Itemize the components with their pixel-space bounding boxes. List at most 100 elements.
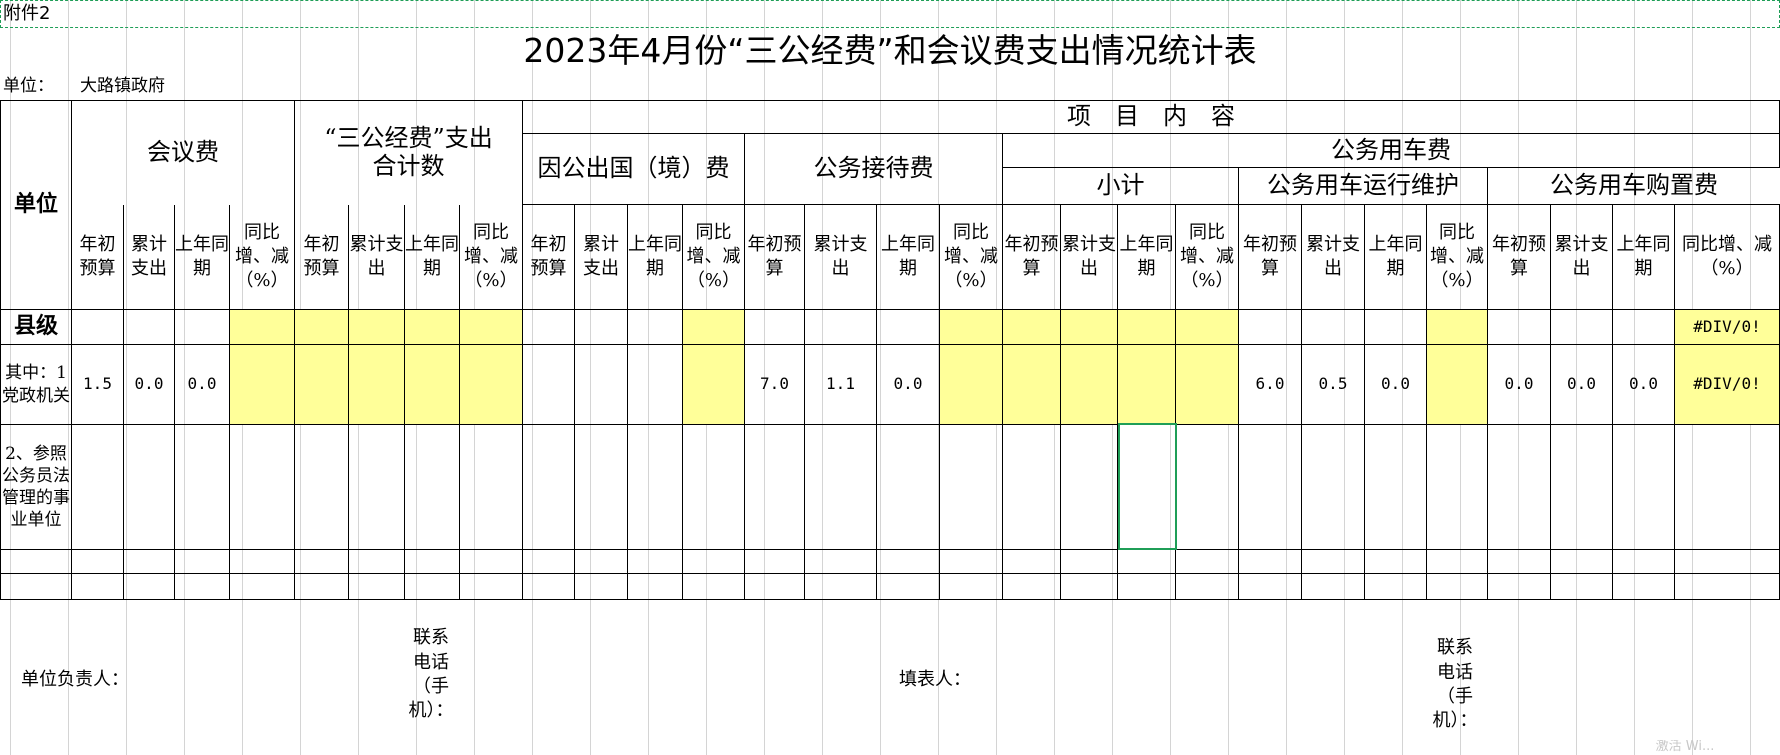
cell-blank1-c0[interactable] (72, 550, 124, 574)
cell-blank1-c11[interactable] (683, 550, 745, 574)
cell-county-c9[interactable] (575, 310, 628, 345)
subheader-col-prev[interactable]: 上年同期 (175, 205, 230, 310)
subheader-col-prev[interactable]: 上年同期 (405, 205, 460, 310)
cell-blank2-c6[interactable] (405, 574, 460, 600)
cell-blank2-c24[interactable] (1488, 574, 1551, 600)
cell-blank1-c13[interactable] (805, 550, 877, 574)
cell-blank1-c7[interactable] (460, 550, 523, 574)
cell-blank2-c0[interactable] (72, 574, 124, 600)
cell-county-c12[interactable] (745, 310, 805, 345)
cell-party-c7[interactable] (460, 345, 523, 425)
cell-blank1-c12[interactable] (745, 550, 805, 574)
cell-party-c22[interactable]: 0.0 (1365, 345, 1427, 425)
cell-blank1-c14[interactable] (877, 550, 940, 574)
cell-party-c1[interactable]: 0.0 (124, 345, 175, 425)
cell-blank1-c18[interactable] (1118, 550, 1176, 574)
subheader-col-budget[interactable]: 年初预算 (1239, 205, 1302, 310)
cell-blank2-c23[interactable] (1427, 574, 1488, 600)
header-unit[interactable]: 单位 (0, 100, 72, 310)
subheader-col-prev[interactable]: 上年同期 (628, 205, 683, 310)
cell-county-c3[interactable] (230, 310, 295, 345)
cell-party-c8[interactable] (523, 345, 575, 425)
row-label-party[interactable]: 其中：1党政机关 (0, 345, 72, 425)
cell-county-c18[interactable] (1118, 310, 1176, 345)
cell-county-c27[interactable]: #DIV/0! (1675, 310, 1780, 345)
cell-blank2-c10[interactable] (628, 574, 683, 600)
unit-name[interactable]: 大路镇政府 (80, 74, 230, 100)
cell-county-c4[interactable] (295, 310, 349, 345)
cell-party-c14[interactable]: 0.0 (877, 345, 940, 425)
row-label-institution[interactable]: 2、参照公务员法管理的事业单位 (0, 425, 72, 550)
cell-blank2-c19[interactable] (1176, 574, 1239, 600)
cell-party-c18[interactable] (1118, 345, 1176, 425)
cell-blank2-c26[interactable] (1613, 574, 1675, 600)
cell-blank2-c4[interactable] (295, 574, 349, 600)
cell-party-c2[interactable]: 0.0 (175, 345, 230, 425)
subheader-col-budget[interactable]: 年初预算 (1003, 205, 1061, 310)
cell-blank2-c27[interactable] (1675, 574, 1780, 600)
cell-institution-c4[interactable] (295, 425, 349, 550)
cell-party-c27[interactable]: #DIV/0! (1675, 345, 1780, 425)
cell-blank1-c3[interactable] (230, 550, 295, 574)
cell-party-c17[interactable] (1061, 345, 1118, 425)
subheader-col-prev[interactable]: 上年同期 (877, 205, 940, 310)
cell-party-c21[interactable]: 0.5 (1302, 345, 1365, 425)
cell-county-c23[interactable] (1427, 310, 1488, 345)
cell-blank1-c22[interactable] (1365, 550, 1427, 574)
cell-institution-c25[interactable] (1551, 425, 1613, 550)
cell-blank2-c7[interactable] (460, 574, 523, 600)
cell-county-c20[interactable] (1239, 310, 1302, 345)
subheader-col-budget[interactable]: 年初预算 (295, 205, 349, 310)
cell-county-c6[interactable] (405, 310, 460, 345)
cell-county-c19[interactable] (1176, 310, 1239, 345)
cell-blank2-c14[interactable] (877, 574, 940, 600)
cell-county-c0[interactable] (72, 310, 124, 345)
cell-party-c26[interactable]: 0.0 (1613, 345, 1675, 425)
cell-blank1-c5[interactable] (349, 550, 405, 574)
cell-county-c17[interactable] (1061, 310, 1118, 345)
cell-county-c5[interactable] (349, 310, 405, 345)
cell-institution-c26[interactable] (1613, 425, 1675, 550)
cell-institution-c21[interactable] (1302, 425, 1365, 550)
cell-county-c8[interactable] (523, 310, 575, 345)
cell-blank2-c17[interactable] (1061, 574, 1118, 600)
subheader-col-spent[interactable]: 累计支出 (575, 205, 628, 310)
cell-institution-c7[interactable] (460, 425, 523, 550)
cell-county-c11[interactable] (683, 310, 745, 345)
cell-county-c16[interactable] (1003, 310, 1061, 345)
header-vehicle-purchase[interactable]: 公务用车购置费 (1488, 168, 1780, 205)
cell-blank1-c19[interactable] (1176, 550, 1239, 574)
header-reception[interactable]: 公务接待费 (745, 134, 1003, 205)
cell-institution-c17[interactable] (1061, 425, 1118, 550)
cell-blank1-c23[interactable] (1427, 550, 1488, 574)
cell-party-c23[interactable] (1427, 345, 1488, 425)
subheader-col-spent[interactable]: 累计支出 (349, 205, 405, 310)
cell-county-c24[interactable] (1488, 310, 1551, 345)
cell-institution-c19[interactable] (1176, 425, 1239, 550)
cell-blank1-c21[interactable] (1302, 550, 1365, 574)
cell-county-c2[interactable] (175, 310, 230, 345)
cell-county-c25[interactable] (1551, 310, 1613, 345)
cell-institution-c23[interactable] (1427, 425, 1488, 550)
cell-blank2-c16[interactable] (1003, 574, 1061, 600)
cell-blank2-c8[interactable] (523, 574, 575, 600)
subheader-col-yoy[interactable]: 同比增、减（%） (683, 205, 745, 310)
cell-blank2-c12[interactable] (745, 574, 805, 600)
cell-party-c4[interactable] (295, 345, 349, 425)
cell-institution-c3[interactable] (230, 425, 295, 550)
selected-cell[interactable] (1118, 423, 1177, 550)
cell-blank1-c15[interactable] (940, 550, 1003, 574)
cell-county-c21[interactable] (1302, 310, 1365, 345)
header-vehicle-maint[interactable]: 公务用车运行维护 (1239, 168, 1488, 205)
cell-blank2-c13[interactable] (805, 574, 877, 600)
cell-blank1-c27[interactable] (1675, 550, 1780, 574)
cell-institution-c5[interactable] (349, 425, 405, 550)
cell-blank2-c18[interactable] (1118, 574, 1176, 600)
header-sangong-total[interactable]: “三公经费”支出 合计数 (295, 100, 523, 205)
header-abroad[interactable]: 因公出国（境）费 (523, 134, 745, 205)
cell-blank1-c25[interactable] (1551, 550, 1613, 574)
cell-blank1-c16[interactable] (1003, 550, 1061, 574)
cell-institution-c24[interactable] (1488, 425, 1551, 550)
header-project-content[interactable]: 项 目 内 容 (523, 100, 1780, 134)
cell-institution-c0[interactable] (72, 425, 124, 550)
